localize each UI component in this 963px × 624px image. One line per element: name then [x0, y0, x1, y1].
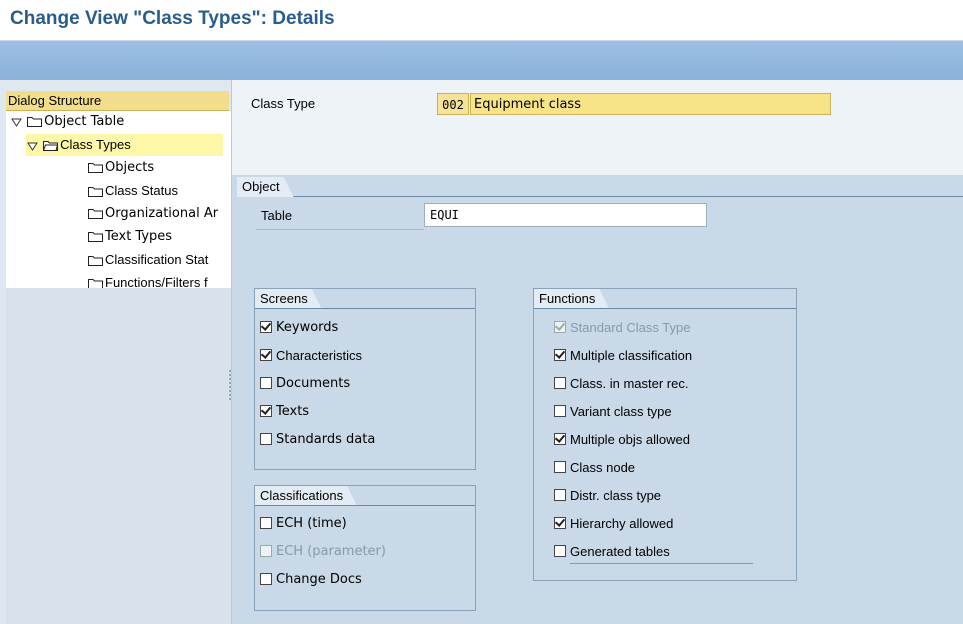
checkbox-change-docs[interactable]: Change Docs: [260, 570, 362, 590]
classifications-group-line: [255, 505, 475, 506]
dialog-structure-panel: Dialog Structure Object Table Class Type…: [0, 80, 232, 624]
checkbox-box[interactable]: [554, 432, 566, 445]
application-toolbar: [0, 40, 963, 81]
checkbox-multiple-classification[interactable]: Multiple classification: [554, 346, 692, 366]
checkbox-box[interactable]: [554, 545, 566, 557]
dialog-structure-header: Dialog Structure: [6, 91, 229, 111]
tree-item-class-status[interactable]: Class Status: [88, 180, 231, 202]
folder-icon: [88, 163, 103, 173]
object-group-line: [237, 196, 963, 197]
checkbox-hierarchy-allowed[interactable]: Hierarchy allowed: [554, 514, 673, 534]
table-label-underline: [256, 229, 424, 230]
expand-triangle-icon[interactable]: [10, 116, 23, 128]
checkbox-box: [260, 545, 272, 557]
checkbox-keywords[interactable]: Keywords: [260, 318, 338, 338]
dialog-structure-tree: Object Table Class Types Objects Class S…: [6, 111, 231, 290]
classifications-group-title: Classifications: [255, 486, 357, 506]
checkbox-box[interactable]: [260, 404, 272, 417]
functions-group-title: Functions: [534, 289, 609, 309]
open-folder-icon: [43, 141, 59, 151]
checkbox-distr-class-type[interactable]: Distr. class type: [554, 486, 661, 506]
checkbox-ech-parameter: ECH (parameter): [260, 542, 386, 562]
checkbox-box[interactable]: [260, 517, 272, 529]
screens-group-line: [255, 308, 475, 309]
tree-item-classification-status[interactable]: Classification Stat: [88, 249, 231, 271]
checkbox-box[interactable]: [260, 433, 272, 445]
checkbox-box[interactable]: [260, 377, 272, 389]
tree-item-text-types[interactable]: Text Types: [88, 226, 231, 248]
checkbox-box[interactable]: [554, 489, 566, 501]
checkbox-class-node[interactable]: Class node: [554, 458, 635, 478]
tree-item-objects[interactable]: Objects: [88, 157, 231, 179]
checkbox-ech-time[interactable]: ECH (time): [260, 514, 347, 534]
folder-icon: [27, 117, 43, 127]
checkbox-class-in-master-rec[interactable]: Class. in master rec.: [554, 374, 688, 394]
tree-item-class-types[interactable]: Class Types: [26, 134, 223, 156]
screens-group-title: Screens: [255, 289, 322, 309]
checkbox-box[interactable]: [260, 573, 272, 585]
folder-icon: [88, 187, 103, 197]
checkbox-box: [554, 320, 566, 333]
page-title: Change View "Class Types": Details: [10, 8, 335, 29]
checkbox-box[interactable]: [554, 516, 566, 529]
folder-icon: [88, 256, 103, 266]
generated-tables-underline: [570, 563, 753, 564]
functions-group-line: [534, 308, 796, 309]
class-type-description-field[interactable]: Equipment class: [470, 93, 831, 115]
dialog-structure-empty-area: [6, 288, 231, 624]
checkbox-box[interactable]: [260, 320, 272, 333]
class-type-label: Class Type: [251, 96, 316, 111]
checkbox-standard-class-type: Standard Class Type: [554, 318, 690, 338]
checkbox-generated-tables[interactable]: Generated tables: [554, 542, 670, 562]
checkbox-multiple-objs-allowed[interactable]: Multiple objs allowed: [554, 430, 690, 450]
checkbox-standards-data[interactable]: Standards data: [260, 430, 375, 450]
checkbox-documents[interactable]: Documents: [260, 374, 350, 394]
class-type-code-field[interactable]: 002: [437, 93, 469, 115]
checkbox-box[interactable]: [260, 348, 272, 361]
checkbox-texts[interactable]: Texts: [260, 402, 309, 422]
checkbox-characteristics[interactable]: Characteristics: [260, 346, 362, 366]
table-label: Table: [261, 208, 293, 223]
checkbox-variant-class-type[interactable]: Variant class type: [554, 402, 672, 422]
checkbox-box[interactable]: [554, 461, 566, 473]
table-input[interactable]: EQUI: [424, 203, 707, 227]
folder-icon: [88, 209, 103, 219]
checkbox-box[interactable]: [554, 348, 566, 361]
checkbox-box[interactable]: [554, 377, 566, 389]
folder-icon: [88, 232, 103, 242]
checkbox-box[interactable]: [554, 405, 566, 417]
expand-triangle-icon[interactable]: [26, 140, 39, 152]
tree-item-organizational-areas[interactable]: Organizational Ar: [88, 203, 231, 225]
tree-item-object-table[interactable]: Object Table: [10, 111, 228, 133]
